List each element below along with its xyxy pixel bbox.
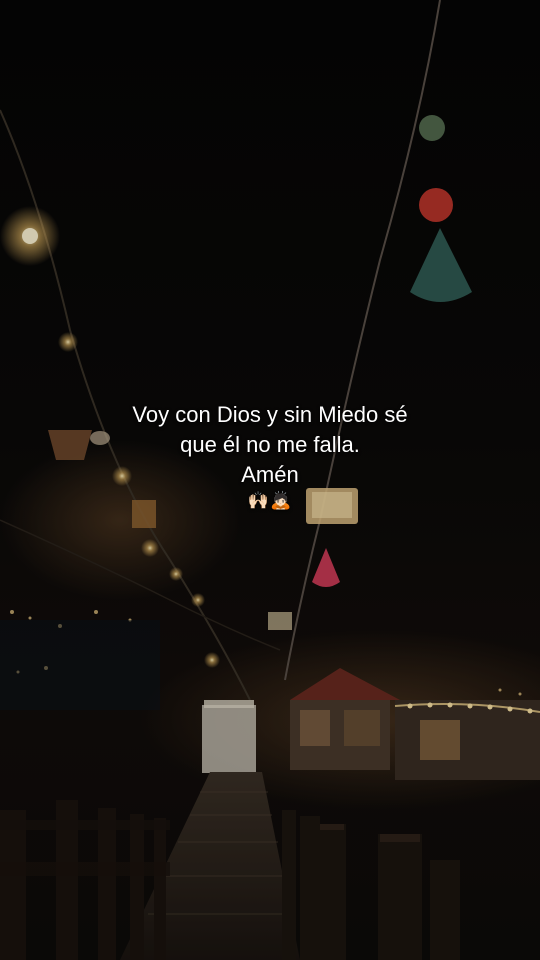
night-boardwalk-scene: Voy con Dios y sin Miedo sé que él no me… <box>0 0 540 960</box>
caption-line-1: Voy con Dios y sin Miedo sé <box>132 402 408 427</box>
caption-line-3: Amén <box>241 462 299 487</box>
praying-hands-emoji: 🙌🏻🙇🏻 <box>247 491 293 511</box>
caption-overlay: Voy con Dios y sin Miedo sé que él no me… <box>0 400 540 512</box>
caption-line-2: que él no me falla. <box>180 432 360 457</box>
